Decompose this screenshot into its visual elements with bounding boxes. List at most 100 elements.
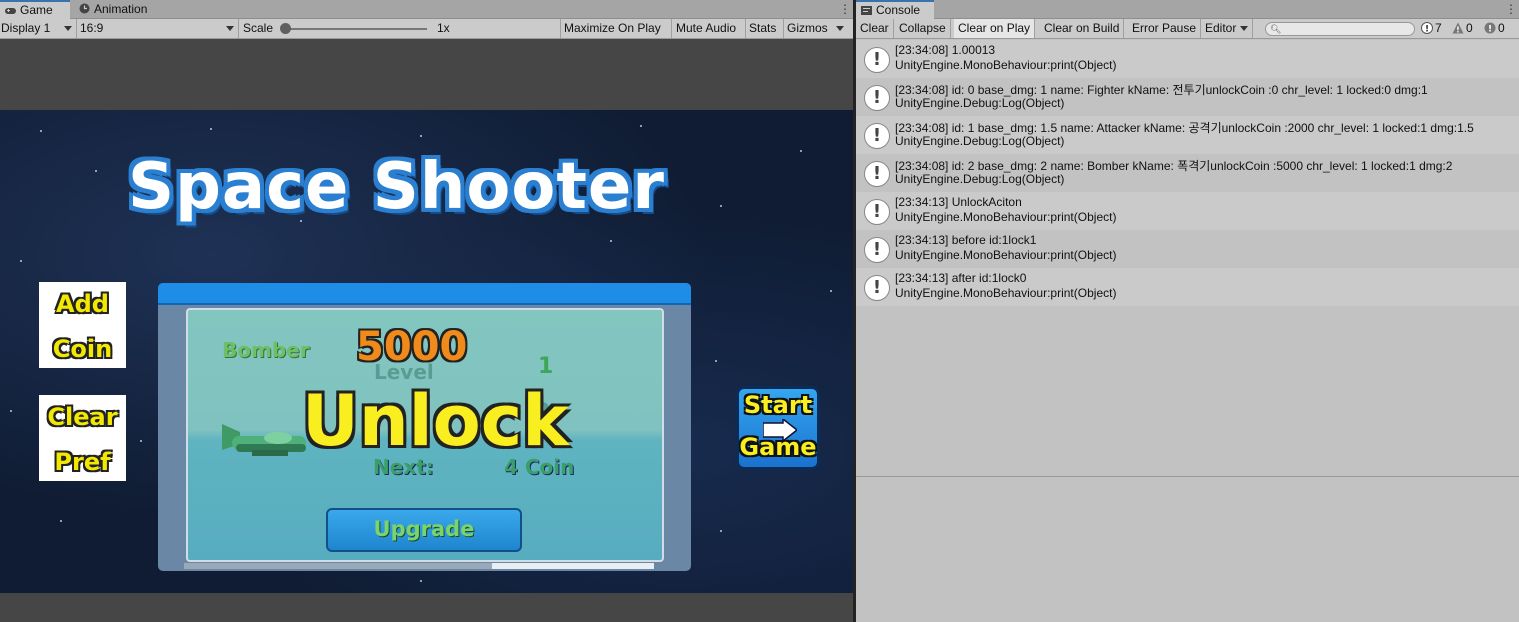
aspect-dropdown[interactable]: 16:9	[80, 19, 103, 38]
toolbar-divider	[560, 19, 561, 38]
star	[610, 240, 612, 242]
clear-pref-line2: Pref	[54, 448, 111, 476]
console-toolbar: Clear Collapse Clear on Play Clear on Bu…	[856, 19, 1519, 39]
add-coin-line2: Coin	[52, 335, 113, 363]
star	[720, 530, 722, 532]
info-log-icon: !	[864, 161, 890, 187]
warning-count-toggle[interactable]: ! 0	[1451, 19, 1473, 38]
console-log-list[interactable]: ! [23:34:08] 1.00013 UnityEngine.MonoBeh…	[856, 40, 1519, 476]
mute-audio-toggle[interactable]: Mute Audio	[676, 19, 736, 38]
log-stack: UnityEngine.MonoBehaviour:print(Object)	[895, 286, 1117, 300]
clear-pref-line1: Clear	[47, 403, 118, 431]
log-message: [23:34:08] 1.00013	[895, 43, 996, 57]
game-viewport[interactable]: Space Shooter Add Coin Clear Pref Bomber…	[0, 110, 853, 593]
chevron-down-icon	[1240, 26, 1248, 31]
error-pause-button[interactable]: Error Pause	[1128, 19, 1202, 38]
info-count: 7	[1435, 21, 1442, 35]
log-stack: UnityEngine.MonoBehaviour:print(Object)	[895, 58, 1117, 72]
display-dropdown[interactable]: Display 1	[1, 19, 50, 38]
error-count-toggle[interactable]: ! 0	[1483, 19, 1505, 38]
star	[40, 130, 42, 132]
info-count-toggle[interactable]: ! 7	[1420, 19, 1442, 38]
start-line1: Start	[743, 391, 813, 419]
unlock-button[interactable]: Unlock	[302, 380, 569, 462]
tab-animation-label: Animation	[94, 2, 148, 16]
add-coin-line1: Add	[56, 290, 109, 318]
game-title: Space Shooter	[128, 150, 665, 224]
console-tabbar: Console ⋮	[856, 0, 1519, 19]
game-panel: Game Animation ⋮ Display 1 16:9 Scale 1x…	[0, 0, 853, 622]
tab-console-label: Console	[876, 3, 921, 17]
level-value: 1	[538, 354, 554, 379]
dialog-scrollbar-thumb[interactable]	[492, 563, 654, 569]
star	[10, 410, 12, 412]
log-message: [23:34:13] after id:1lock0	[895, 271, 1027, 285]
log-entry[interactable]: ! [23:34:08] id: 0 base_dmg: 1 name: Fig…	[856, 78, 1519, 116]
tab-animation[interactable]: Animation	[74, 0, 164, 19]
svg-text:!: !	[1425, 25, 1429, 35]
stats-toggle[interactable]: Stats	[749, 19, 776, 38]
log-entry[interactable]: ! [23:34:13] after id:1lock0 UnityEngine…	[856, 268, 1519, 306]
log-stack: UnityEngine.Debug:Log(Object)	[895, 96, 1065, 110]
collapse-button[interactable]: Collapse	[895, 19, 951, 38]
chevron-down-icon[interactable]	[836, 26, 844, 31]
info-log-icon: !	[864, 85, 890, 111]
upgrade-button[interactable]: Upgrade	[326, 508, 522, 552]
log-entry[interactable]: ! [23:34:08] id: 2 base_dmg: 2 name: Bom…	[856, 154, 1519, 192]
star	[715, 360, 717, 362]
character-card: Bomber Level 1 2 5000 Unlock Next: 4 Coi…	[186, 308, 664, 562]
console-icon	[861, 6, 872, 15]
console-detail-area	[856, 477, 1519, 622]
star	[60, 520, 62, 522]
star	[95, 170, 97, 172]
star	[420, 580, 422, 582]
tab-console[interactable]: Console	[856, 0, 934, 19]
gizmos-toggle[interactable]: Gizmos	[787, 19, 828, 38]
next-cost: 4 Coin	[504, 455, 575, 479]
error-icon: !	[1484, 22, 1496, 34]
chevron-down-icon	[226, 26, 234, 31]
aspect-label: 16:9	[80, 21, 104, 35]
character-name: Bomber	[222, 338, 310, 362]
log-entry[interactable]: ! [23:34:13] UnlockAciton UnityEngine.Mo…	[856, 192, 1519, 230]
scale-slider-track[interactable]	[287, 28, 427, 30]
svg-text:!: !	[1488, 25, 1492, 35]
maximize-on-play-toggle[interactable]: Maximize On Play	[564, 19, 661, 38]
kebab-menu-icon[interactable]: ⋮	[1505, 1, 1517, 17]
star	[20, 260, 22, 262]
next-label: Next:	[373, 455, 434, 479]
start-game-button[interactable]: Start Game	[736, 386, 820, 470]
display-label: Display 1	[1, 21, 51, 35]
log-entry[interactable]: ! [23:34:13] before id:1lock1 UnityEngin…	[856, 230, 1519, 268]
start-line2: Game	[739, 433, 817, 461]
dialog-header-bar	[158, 283, 691, 305]
character-dialog: Bomber Level 1 2 5000 Unlock Next: 4 Coi…	[158, 283, 691, 571]
log-entry[interactable]: ! [23:34:08] 1.00013 UnityEngine.MonoBeh…	[856, 40, 1519, 78]
clock-icon	[79, 3, 90, 14]
toolbar-divider	[238, 19, 239, 38]
toolbar-divider	[783, 19, 784, 38]
kebab-menu-icon[interactable]: ⋮	[839, 1, 851, 17]
bomber-ship-icon	[222, 424, 306, 456]
star	[800, 150, 802, 152]
tab-game[interactable]: Game	[0, 0, 70, 19]
warning-icon: !	[1452, 22, 1464, 34]
info-bubble-icon: !	[1421, 22, 1433, 34]
log-entry[interactable]: ! [23:34:08] id: 1 base_dmg: 1.5 name: A…	[856, 116, 1519, 154]
clear-on-play-button[interactable]: Clear on Play	[954, 19, 1036, 38]
star	[140, 440, 142, 442]
log-stack: UnityEngine.MonoBehaviour:print(Object)	[895, 210, 1117, 224]
clear-pref-button[interactable]: Clear Pref	[39, 395, 126, 481]
add-coin-button[interactable]: Add Coin	[39, 282, 126, 368]
search-icon: 🔍︎	[1270, 24, 1282, 34]
console-search-input[interactable]: 🔍︎	[1265, 22, 1415, 36]
game-toolbar: Display 1 16:9 Scale 1x Maximize On Play…	[0, 19, 853, 39]
scale-value: 1x	[437, 21, 450, 35]
chevron-down-icon	[64, 26, 72, 31]
clear-on-build-button[interactable]: Clear on Build	[1040, 19, 1125, 38]
star	[420, 135, 422, 137]
star	[640, 125, 642, 127]
scale-slider-thumb[interactable]	[280, 23, 291, 34]
log-stack: UnityEngine.MonoBehaviour:print(Object)	[895, 248, 1117, 262]
clear-button[interactable]: Clear	[856, 19, 894, 38]
